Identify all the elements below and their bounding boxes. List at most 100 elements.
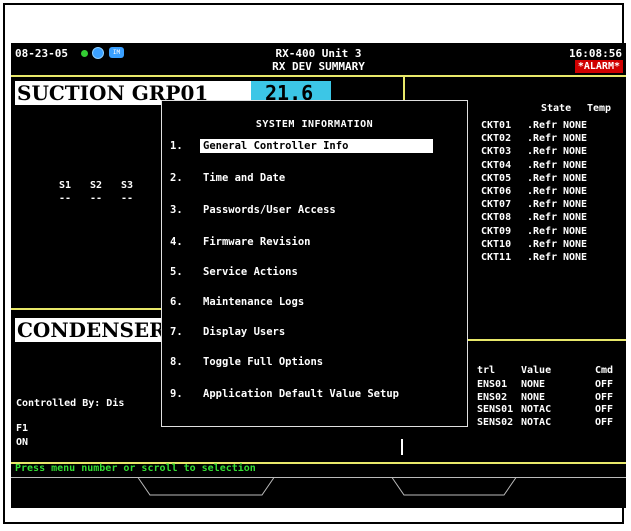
menu-item[interactable]: 6. Maintenance Logs (170, 295, 307, 309)
menu-item-label: General Controller Info (200, 139, 433, 153)
softkey-2[interactable] (138, 477, 274, 507)
control-table-header: trl Value Cmd (477, 365, 613, 376)
menu-item[interactable]: 2. Time and Date (170, 171, 288, 185)
menu-item-label: Time and Date (203, 172, 286, 184)
circuit-temp: NONE (563, 146, 588, 158)
circuit-temp: NONE (563, 252, 588, 264)
table-row[interactable]: CKT02 .Refr NONE (481, 132, 587, 145)
menu-item-label: Service Actions (203, 266, 298, 278)
status-message: Press menu number or scroll to selection (15, 463, 256, 474)
circuit-temp: NONE (563, 186, 588, 198)
menu-item[interactable]: 5. Service Actions (170, 265, 301, 279)
table-row[interactable]: SENS01 NOTAC OFF (477, 404, 613, 417)
table-row[interactable]: CKT05 .Refr NONE (481, 172, 587, 185)
control-name: ENS02 (477, 391, 508, 403)
menu-item-number: 1. (170, 140, 183, 152)
menu-item[interactable]: 3. Passwords/User Access (170, 203, 339, 217)
menu-item-number: 9. (170, 388, 183, 400)
softkey-1[interactable] (11, 477, 138, 507)
table-row[interactable]: CKT06 .Refr NONE (481, 185, 587, 198)
circuit-name: CKT09 (481, 225, 512, 237)
circuit-state: .Refr (527, 186, 558, 198)
menu-item[interactable]: 1. General Controller Info (170, 139, 433, 153)
menu-item-number: 8. (170, 356, 183, 368)
column-header-cmd: Cmd (594, 365, 613, 376)
sensor-value: -- (59, 193, 72, 204)
control-value: NONE (521, 391, 546, 403)
menu-item-number: 4. (170, 236, 183, 248)
sensor-value: -- (90, 193, 103, 204)
softkey-3[interactable] (274, 477, 392, 507)
table-row[interactable]: ENS01 NONE OFF (477, 379, 613, 392)
table-row[interactable]: CKT01 .Refr NONE (481, 119, 587, 132)
softkey-4[interactable] (392, 477, 516, 507)
circuit-temp: NONE (563, 238, 588, 250)
control-value: NOTAC (521, 416, 552, 428)
circuit-name: CKT01 (481, 120, 512, 131)
menu-item-label: Application Default Value Setup (203, 388, 399, 400)
menu-item-label: Passwords/User Access (203, 204, 336, 216)
menu-item[interactable]: 7. Display Users (170, 325, 288, 339)
circuit-state: .Refr (527, 199, 558, 211)
control-cmd: OFF (594, 391, 613, 403)
menu-item[interactable]: 9. Application Default Value Setup (170, 387, 402, 401)
sensor-label: S1 (59, 180, 72, 191)
panel-divider-short (401, 439, 403, 455)
table-row[interactable]: SENS02 NOTAC OFF (477, 417, 613, 430)
table-row[interactable]: CKT11 .Refr NONE (481, 251, 587, 264)
circuit-temp: NONE (563, 225, 588, 237)
circuit-name: CKT08 (481, 212, 512, 224)
table-row[interactable]: CKT10 .Refr NONE (481, 238, 587, 251)
fan-state: ON (16, 437, 29, 448)
screen-title: RX DEV SUMMARY (272, 60, 365, 73)
circuit-state: .Refr (527, 133, 558, 145)
column-header-state: State (541, 103, 572, 114)
table-row[interactable]: CKT09 .Refr NONE (481, 225, 587, 238)
menu-item[interactable]: 4. Firmware Revision (170, 235, 313, 249)
circuit-name: CKT05 (481, 172, 512, 184)
menu-item-label: Display Users (203, 326, 286, 338)
control-name: SENS01 (477, 404, 514, 415)
menu-title: SYSTEM INFORMATION (255, 119, 374, 130)
menu-item-number: 7. (170, 326, 183, 338)
control-cmd: OFF (594, 416, 613, 428)
circuit-state: .Refr (527, 212, 558, 224)
sensor-value: -- (121, 193, 134, 204)
softkey-5[interactable] (516, 477, 626, 507)
table-row[interactable]: ENS02 NONE OFF (477, 392, 613, 405)
sensor-label: S2 (90, 180, 103, 191)
control-cmd: OFF (594, 379, 613, 390)
menu-item-number: 6. (170, 296, 183, 308)
menu-item-number: 3. (170, 204, 183, 216)
alarm-badge[interactable]: *ALARM* (574, 60, 623, 73)
circuit-state: .Refr (527, 159, 558, 171)
circuit-name: CKT10 (481, 238, 512, 250)
circuit-temp: NONE (563, 159, 588, 171)
circuit-name: CKT03 (481, 146, 512, 158)
column-header-name: trl (477, 365, 496, 376)
control-table: ENS01 NONE OFF ENS02 NONE OFF SENS01 NOTAC OFF SE… (477, 379, 613, 429)
sensor-label: S3 (121, 180, 134, 191)
header-divider (11, 75, 626, 77)
table-row[interactable]: CKT08 .Refr NONE (481, 211, 587, 224)
condenser-title: CONDENSER01 (15, 318, 194, 342)
circuit-name: CKT11 (481, 252, 512, 264)
menu-item-label: Maintenance Logs (203, 296, 305, 308)
circuit-name: CKT02 (481, 133, 512, 145)
controlled-by-text: Controlled By: Dis (16, 398, 125, 409)
table-row[interactable]: CKT07 .Refr NONE (481, 198, 587, 211)
column-header-temp: Temp (587, 103, 612, 114)
sensor-values: -- -- -- (59, 193, 152, 204)
circuit-name: CKT04 (481, 159, 512, 171)
table-row[interactable]: CKT04 .Refr NONE (481, 159, 587, 172)
control-name: SENS02 (477, 416, 514, 428)
header-time: 16:08:56 (569, 47, 622, 60)
menu-item-number: 5. (170, 266, 183, 278)
table-row[interactable]: CKT03 .Refr NONE (481, 145, 587, 158)
system-information-menu: SYSTEM INFORMATION 1. General Controller … (161, 100, 468, 427)
menu-item[interactable]: 8. Toggle Full Options (170, 355, 326, 369)
menu-item-label: Firmware Revision (203, 236, 311, 248)
circuit-table: CKT01 .Refr NONE CKT02 .Refr NONE CKT03 .Refr NO… (481, 119, 587, 264)
circuit-temp: NONE (563, 133, 588, 145)
control-cmd: OFF (594, 404, 613, 415)
